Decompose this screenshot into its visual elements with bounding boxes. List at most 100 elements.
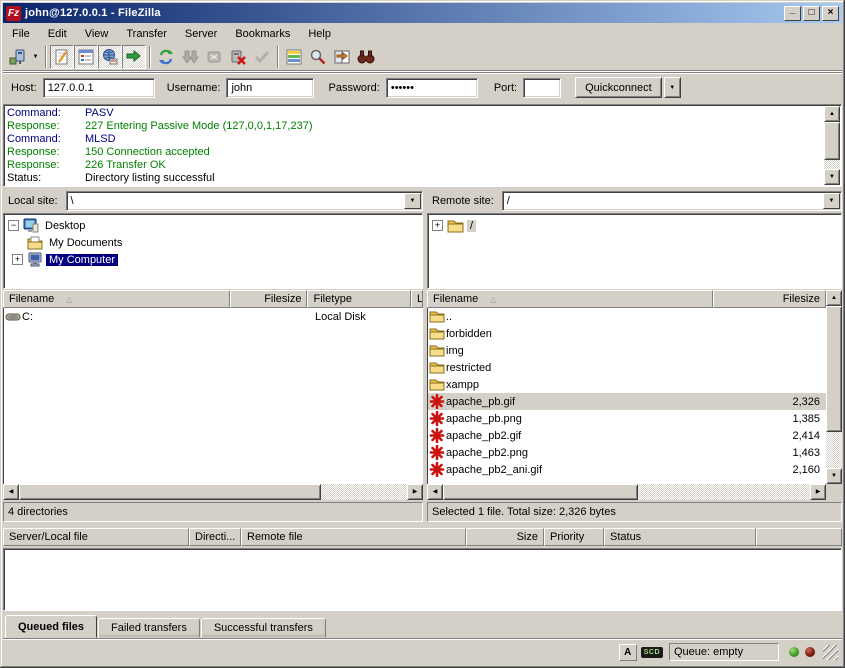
menu-help[interactable]: Help (299, 26, 340, 42)
folder-icon (447, 219, 464, 233)
expand-icon[interactable]: + (12, 254, 23, 265)
remote-file-row[interactable]: xampp (428, 376, 826, 393)
tree-item-root[interactable]: + / (432, 217, 841, 234)
column-header-filename[interactable]: Filename△ (427, 290, 713, 308)
column-header-server-local-file[interactable]: Server/Local file (3, 528, 189, 546)
remote-file-row[interactable]: apache_pb2.png 1,463 (428, 444, 826, 461)
remote-file-row-selected[interactable]: apache_pb.gif 2,326 (428, 393, 826, 410)
close-button[interactable]: × (822, 6, 839, 21)
remote-file-row[interactable]: apache_pb2_ani.gif 2,160 (428, 461, 826, 478)
arrow-right-icon: ▶ (413, 489, 418, 495)
tab-failed-transfers[interactable]: Failed transfers (98, 618, 200, 638)
remote-file-row[interactable]: img (428, 342, 826, 359)
column-header-priority[interactable]: Priority (544, 528, 604, 546)
column-header-filename[interactable]: Filename△ (3, 290, 230, 308)
username-input[interactable] (226, 78, 314, 98)
scroll-right-button[interactable]: ▶ (407, 484, 423, 500)
scroll-up-button[interactable]: ▲ (826, 290, 842, 306)
scroll-up-button[interactable]: ▲ (824, 106, 840, 122)
scroll-thumb[interactable] (826, 306, 842, 432)
menu-view[interactable]: View (76, 26, 118, 42)
toggle-local-tree-button[interactable] (74, 45, 98, 69)
column-header-status[interactable]: Status (604, 528, 756, 546)
quickconnect-button[interactable]: Quickconnect (575, 77, 662, 98)
file-size: 2,160 (726, 464, 826, 476)
disconnect-button[interactable] (226, 45, 250, 69)
expand-icon[interactable]: + (432, 220, 443, 231)
file-name: apache_pb2.png (446, 447, 726, 459)
maximize-button[interactable]: □ (803, 6, 820, 21)
scroll-left-button[interactable]: ◀ (427, 484, 443, 500)
arrow-up-icon: ▲ (829, 111, 835, 117)
toggle-message-log-button[interactable] (50, 45, 74, 69)
remote-list-hscrollbar[interactable]: ◀ ▶ (427, 484, 826, 500)
tree-item-desktop[interactable]: − Desktop (8, 217, 422, 234)
tab-successful-transfers[interactable]: Successful transfers (201, 618, 326, 638)
quickconnect-button-label: Quickconnect (585, 82, 652, 94)
port-input[interactable] (523, 78, 561, 98)
tree-item-my-documents[interactable]: My Documents (8, 234, 422, 251)
file-search-button[interactable] (306, 45, 330, 69)
scroll-thumb[interactable] (443, 484, 638, 500)
menu-file[interactable]: File (3, 26, 39, 42)
local-list-header: Filename△ Filesize Filetype L (3, 290, 423, 308)
scroll-down-button[interactable]: ▼ (826, 468, 842, 484)
synchronized-browsing-button[interactable] (354, 45, 378, 69)
password-input[interactable] (386, 78, 478, 98)
column-header-direction[interactable]: Directi... (189, 528, 241, 546)
my-computer-icon (27, 252, 43, 267)
column-header-last-modified[interactable]: L (411, 290, 423, 308)
column-label: Size (517, 531, 538, 543)
tree-item-my-computer[interactable]: + My Computer (8, 251, 422, 268)
compare-directories-button[interactable] (330, 45, 354, 69)
remote-file-row[interactable]: apache_pb2.gif 2,414 (428, 427, 826, 444)
scroll-down-button[interactable]: ▼ (824, 169, 840, 185)
local-list-hscrollbar[interactable]: ◀ ▶ (3, 484, 423, 500)
column-header-size[interactable]: Size (466, 528, 544, 546)
local-site-combo[interactable]: \ ▼ (66, 191, 423, 211)
resize-grip[interactable] (823, 645, 838, 660)
scroll-thumb[interactable] (824, 122, 840, 160)
abort-button[interactable] (250, 45, 274, 69)
column-header-filesize[interactable]: Filesize (713, 290, 826, 308)
menu-bookmarks[interactable]: Bookmarks (226, 26, 299, 42)
remote-file-row[interactable]: .. (428, 308, 826, 325)
collapse-icon[interactable]: − (8, 220, 19, 231)
filezilla-logo-icon: Fz (6, 6, 21, 21)
column-label: Filesize (783, 293, 820, 305)
toggle-transfer-queue-button[interactable] (122, 45, 146, 69)
column-header-filetype[interactable]: Filetype (307, 290, 411, 308)
scroll-right-button[interactable]: ▶ (810, 484, 826, 500)
minimize-button[interactable]: _ (784, 6, 801, 21)
transfer-queue-list[interactable] (3, 548, 842, 611)
remote-list-vscrollbar[interactable]: ▲ ▼ (826, 290, 842, 484)
scroll-thumb[interactable] (19, 484, 321, 500)
refresh-button[interactable] (154, 45, 178, 69)
local-status-line: 4 directories (3, 502, 423, 522)
remote-site-combo[interactable]: / ▼ (502, 191, 842, 211)
column-header-remote-file[interactable]: Remote file (241, 528, 466, 546)
remote-file-row[interactable]: forbidden (428, 325, 826, 342)
queue-status-text: Queue: empty (674, 646, 743, 658)
menu-server[interactable]: Server (176, 26, 226, 42)
remote-file-row[interactable]: restricted (428, 359, 826, 376)
column-label: Priority (550, 531, 584, 543)
site-manager-button[interactable] (5, 45, 29, 69)
scroll-left-button[interactable]: ◀ (3, 484, 19, 500)
remote-site-dropdown-button[interactable]: ▼ (823, 193, 840, 209)
host-input[interactable] (43, 78, 155, 98)
tab-queued-files[interactable]: Queued files (5, 615, 97, 638)
quickconnect-dropdown-button[interactable]: ▼ (664, 77, 681, 98)
process-queue-button[interactable] (178, 45, 202, 69)
cancel-operation-button[interactable] (202, 45, 226, 69)
column-header-filesize[interactable]: Filesize (230, 290, 308, 308)
site-manager-dropdown-button[interactable]: ▼ (29, 45, 42, 69)
menu-edit[interactable]: Edit (39, 26, 76, 42)
log-scrollbar[interactable]: ▲ ▼ (824, 106, 840, 185)
remote-file-row[interactable]: apache_pb.png 1,385 (428, 410, 826, 427)
local-file-row[interactable]: C: Local Disk (4, 308, 423, 325)
local-site-dropdown-button[interactable]: ▼ (404, 193, 421, 209)
menu-transfer[interactable]: Transfer (117, 26, 176, 42)
toggle-remote-tree-button[interactable] (98, 45, 122, 69)
directory-listing-filter-button[interactable] (282, 45, 306, 69)
